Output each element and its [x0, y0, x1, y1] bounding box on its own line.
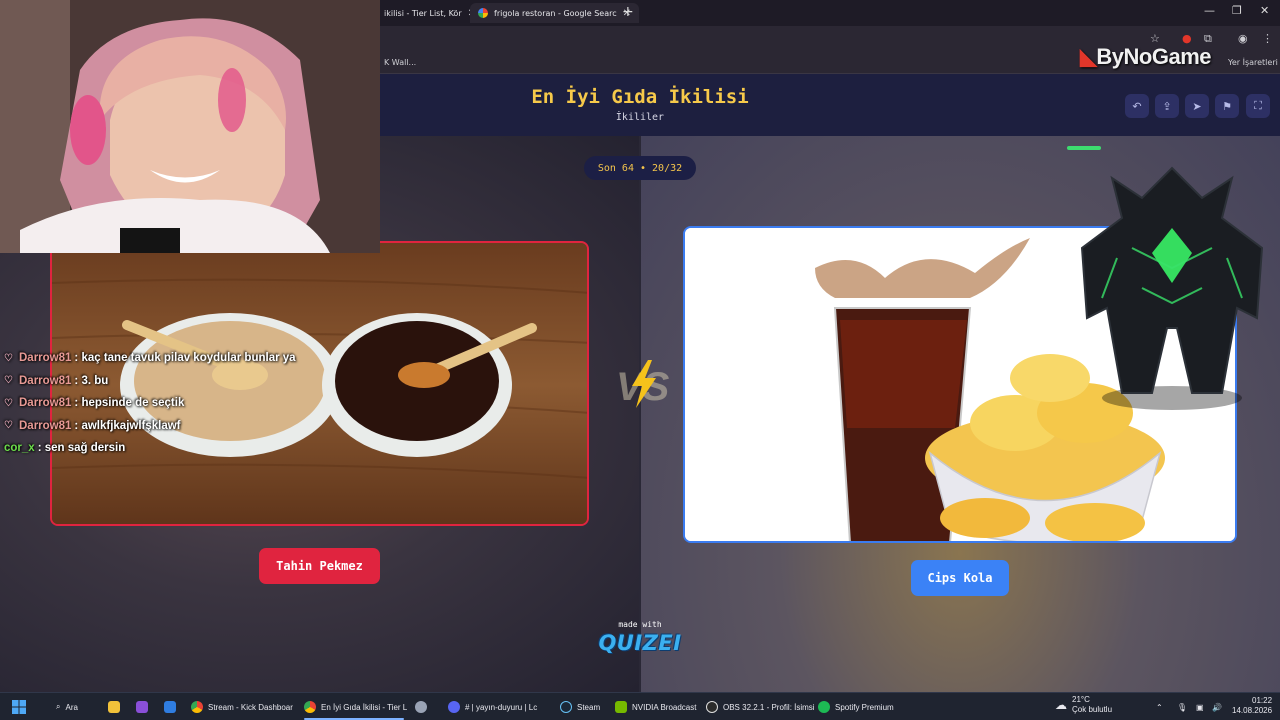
- search-label: Ara: [65, 702, 78, 712]
- chat-message: ♡ Darrow81 : hepsinde de seçtik: [4, 392, 334, 415]
- clock-date: 14.08.2026: [1232, 706, 1273, 715]
- taskbar-item-spotify[interactable]: Spotify Premium: [818, 698, 894, 716]
- discord-icon: [448, 701, 460, 713]
- chat-text: : hepsinde de seçtik: [74, 397, 185, 410]
- microphone-icon[interactable]: 🎙: [1177, 698, 1187, 716]
- app-button[interactable]: [136, 698, 148, 716]
- obs-icon: [706, 701, 718, 713]
- bookmark-item[interactable]: K Wall...: [384, 58, 416, 67]
- right-choice-button[interactable]: Cips Kola: [911, 560, 1009, 596]
- taskbar-item-kick[interactable]: Stream - Kick Dashboar: [191, 698, 293, 716]
- tab-label: ikilisi - Tier List, Kör: [384, 8, 462, 18]
- bookmarks-folder[interactable]: Yer İşaretleri: [1228, 58, 1278, 67]
- taskbar-item-nvidia[interactable]: NVIDIA Broadcast: [615, 698, 696, 716]
- volume-icon[interactable]: 🔊: [1212, 698, 1222, 716]
- weather-temp: 21°C: [1072, 695, 1090, 704]
- browser-tab-tierlist[interactable]: ikilisi - Tier List, Kör ✕: [376, 3, 484, 23]
- taskbar-item-obs[interactable]: OBS 32.2.1 - Profil: İsimsi: [706, 698, 815, 716]
- taskbar-item-quiz[interactable]: En İyi Gıda İkilisi - Tier L: [304, 698, 407, 716]
- chat-text: : awlkfjkajwlfşklawf: [74, 419, 181, 432]
- taskbar-search[interactable]: ⌕ Ara: [56, 698, 78, 716]
- gear-icon: [415, 701, 427, 713]
- taskbar-item-steam[interactable]: Steam: [560, 698, 600, 716]
- chat-username: Darrow81: [19, 419, 72, 432]
- chrome-icon: [304, 701, 316, 713]
- menu-dots-icon[interactable]: ⋮: [1262, 32, 1273, 45]
- new-tab-button[interactable]: +: [622, 4, 634, 20]
- weather-widget[interactable]: ☁ 21°C Çok bulutlu: [1055, 695, 1113, 714]
- quizei-logo[interactable]: QUIZEI: [596, 631, 684, 655]
- taskbar-item-discord[interactable]: # | yayın-duyuru | Lc: [448, 698, 537, 716]
- heart-icon: ♡: [4, 420, 13, 432]
- folder-icon: [108, 701, 120, 713]
- windows-icon: [12, 700, 26, 714]
- chat-text: : kaç tane tavuk pilav koydular bunlar y…: [74, 352, 296, 365]
- streamer-webcam-illustration: [0, 0, 380, 253]
- steam-icon: [560, 701, 572, 713]
- app-icon: [136, 701, 148, 713]
- bynogame-logo: ◣ByNoGame: [1080, 44, 1212, 70]
- bynogame-text: ByNoGame: [1096, 44, 1212, 69]
- webcam-feed: [0, 0, 380, 253]
- send-button[interactable]: ➤: [1185, 94, 1209, 118]
- chat-message: ♡ Darrow81 : awlkfjkajwlfşklawf: [4, 415, 334, 438]
- google-icon: [478, 8, 488, 18]
- tab-label: frigola restoran - Google Searc: [494, 8, 617, 18]
- tray-expand-icon[interactable]: ⌃: [1156, 698, 1163, 716]
- chrome-icon: [191, 701, 203, 713]
- bynogame-mark-icon: ◣: [1080, 44, 1097, 69]
- chat-username: Darrow81: [19, 352, 72, 365]
- chat-text: : 3. bu: [74, 374, 109, 387]
- chat-text: : sen sağ dersin: [37, 442, 126, 455]
- mail-button[interactable]: [164, 698, 176, 716]
- settings-app-button[interactable]: [415, 698, 427, 716]
- heart-icon: ♡: [4, 397, 13, 409]
- profile-avatar[interactable]: ◉: [1238, 32, 1248, 45]
- clock-time: 01:22: [1252, 696, 1273, 705]
- taskbar-item-label: Spotify Premium: [835, 702, 894, 712]
- cloud-icon: ☁: [1055, 698, 1067, 712]
- browser-tab-google[interactable]: frigola restoran - Google Searc ✕: [470, 3, 639, 23]
- fullscreen-button[interactable]: ⛶: [1246, 94, 1270, 118]
- chat-username: Darrow81: [19, 397, 72, 410]
- file-explorer-button[interactable]: [108, 698, 120, 716]
- flag-button[interactable]: ⚑: [1215, 94, 1239, 118]
- chat-username: cor_x: [4, 442, 35, 455]
- indicator-bar: [1067, 146, 1101, 150]
- taskbar-item-label: # | yayın-duyuru | Lc: [465, 702, 538, 712]
- chat-message: cor_x : sen sağ dersin: [4, 437, 334, 460]
- taskbar-item-label: Steam: [577, 702, 601, 712]
- center-divider: [639, 136, 641, 692]
- chat-message: ♡ Darrow81 : kaç tane tavuk pilav koydul…: [4, 347, 334, 370]
- network-icon[interactable]: ▣: [1196, 698, 1204, 716]
- chat-username: Darrow81: [19, 374, 72, 387]
- chat-message: ♡ Darrow81 : 3. bu: [4, 370, 334, 393]
- share-button[interactable]: ⇪: [1155, 94, 1179, 118]
- start-button[interactable]: [12, 698, 26, 716]
- taskbar-item-label: NVIDIA Broadcast: [632, 702, 697, 712]
- taskbar-item-label: OBS 32.2.1 - Profil: İsimsi: [723, 702, 815, 712]
- heart-icon: ♡: [4, 352, 13, 364]
- spotify-icon: [818, 701, 830, 713]
- close-window-icon[interactable]: ✕: [1260, 4, 1269, 17]
- screen: ikilisi - Tier List, Kör ✕ frigola resto…: [0, 0, 1280, 720]
- round-progress-badge: Son 64 • 20/32: [584, 156, 696, 180]
- minimize-icon[interactable]: —: [1204, 4, 1215, 17]
- made-with-label: made with: [618, 620, 662, 629]
- weather-desc: Çok bulutlu: [1072, 705, 1113, 714]
- nvidia-icon: [615, 701, 627, 713]
- stream-chat: ♡ Darrow81 : kaç tane tavuk pilav koydul…: [4, 347, 334, 460]
- left-choice-button[interactable]: Tahin Pekmez: [259, 548, 380, 584]
- taskbar-item-label: En İyi Gıda İkilisi - Tier L: [321, 702, 408, 712]
- taskbar-item-label: Stream - Kick Dashboar: [208, 702, 293, 712]
- undo-button[interactable]: ↶: [1125, 94, 1149, 118]
- heart-icon: ♡: [4, 375, 13, 387]
- clock[interactable]: 01:22 14.08.2026: [1232, 696, 1273, 715]
- maximize-icon[interactable]: ❐: [1232, 4, 1242, 17]
- windows-taskbar: ⌕ Ara Stream - Kick Dashboar En İyi Gıda…: [0, 692, 1280, 720]
- search-icon: ⌕: [56, 702, 61, 711]
- mail-icon: [164, 701, 176, 713]
- vs-lightning-icon: VS: [616, 360, 670, 409]
- creature-mascot-overlay: [1080, 166, 1264, 410]
